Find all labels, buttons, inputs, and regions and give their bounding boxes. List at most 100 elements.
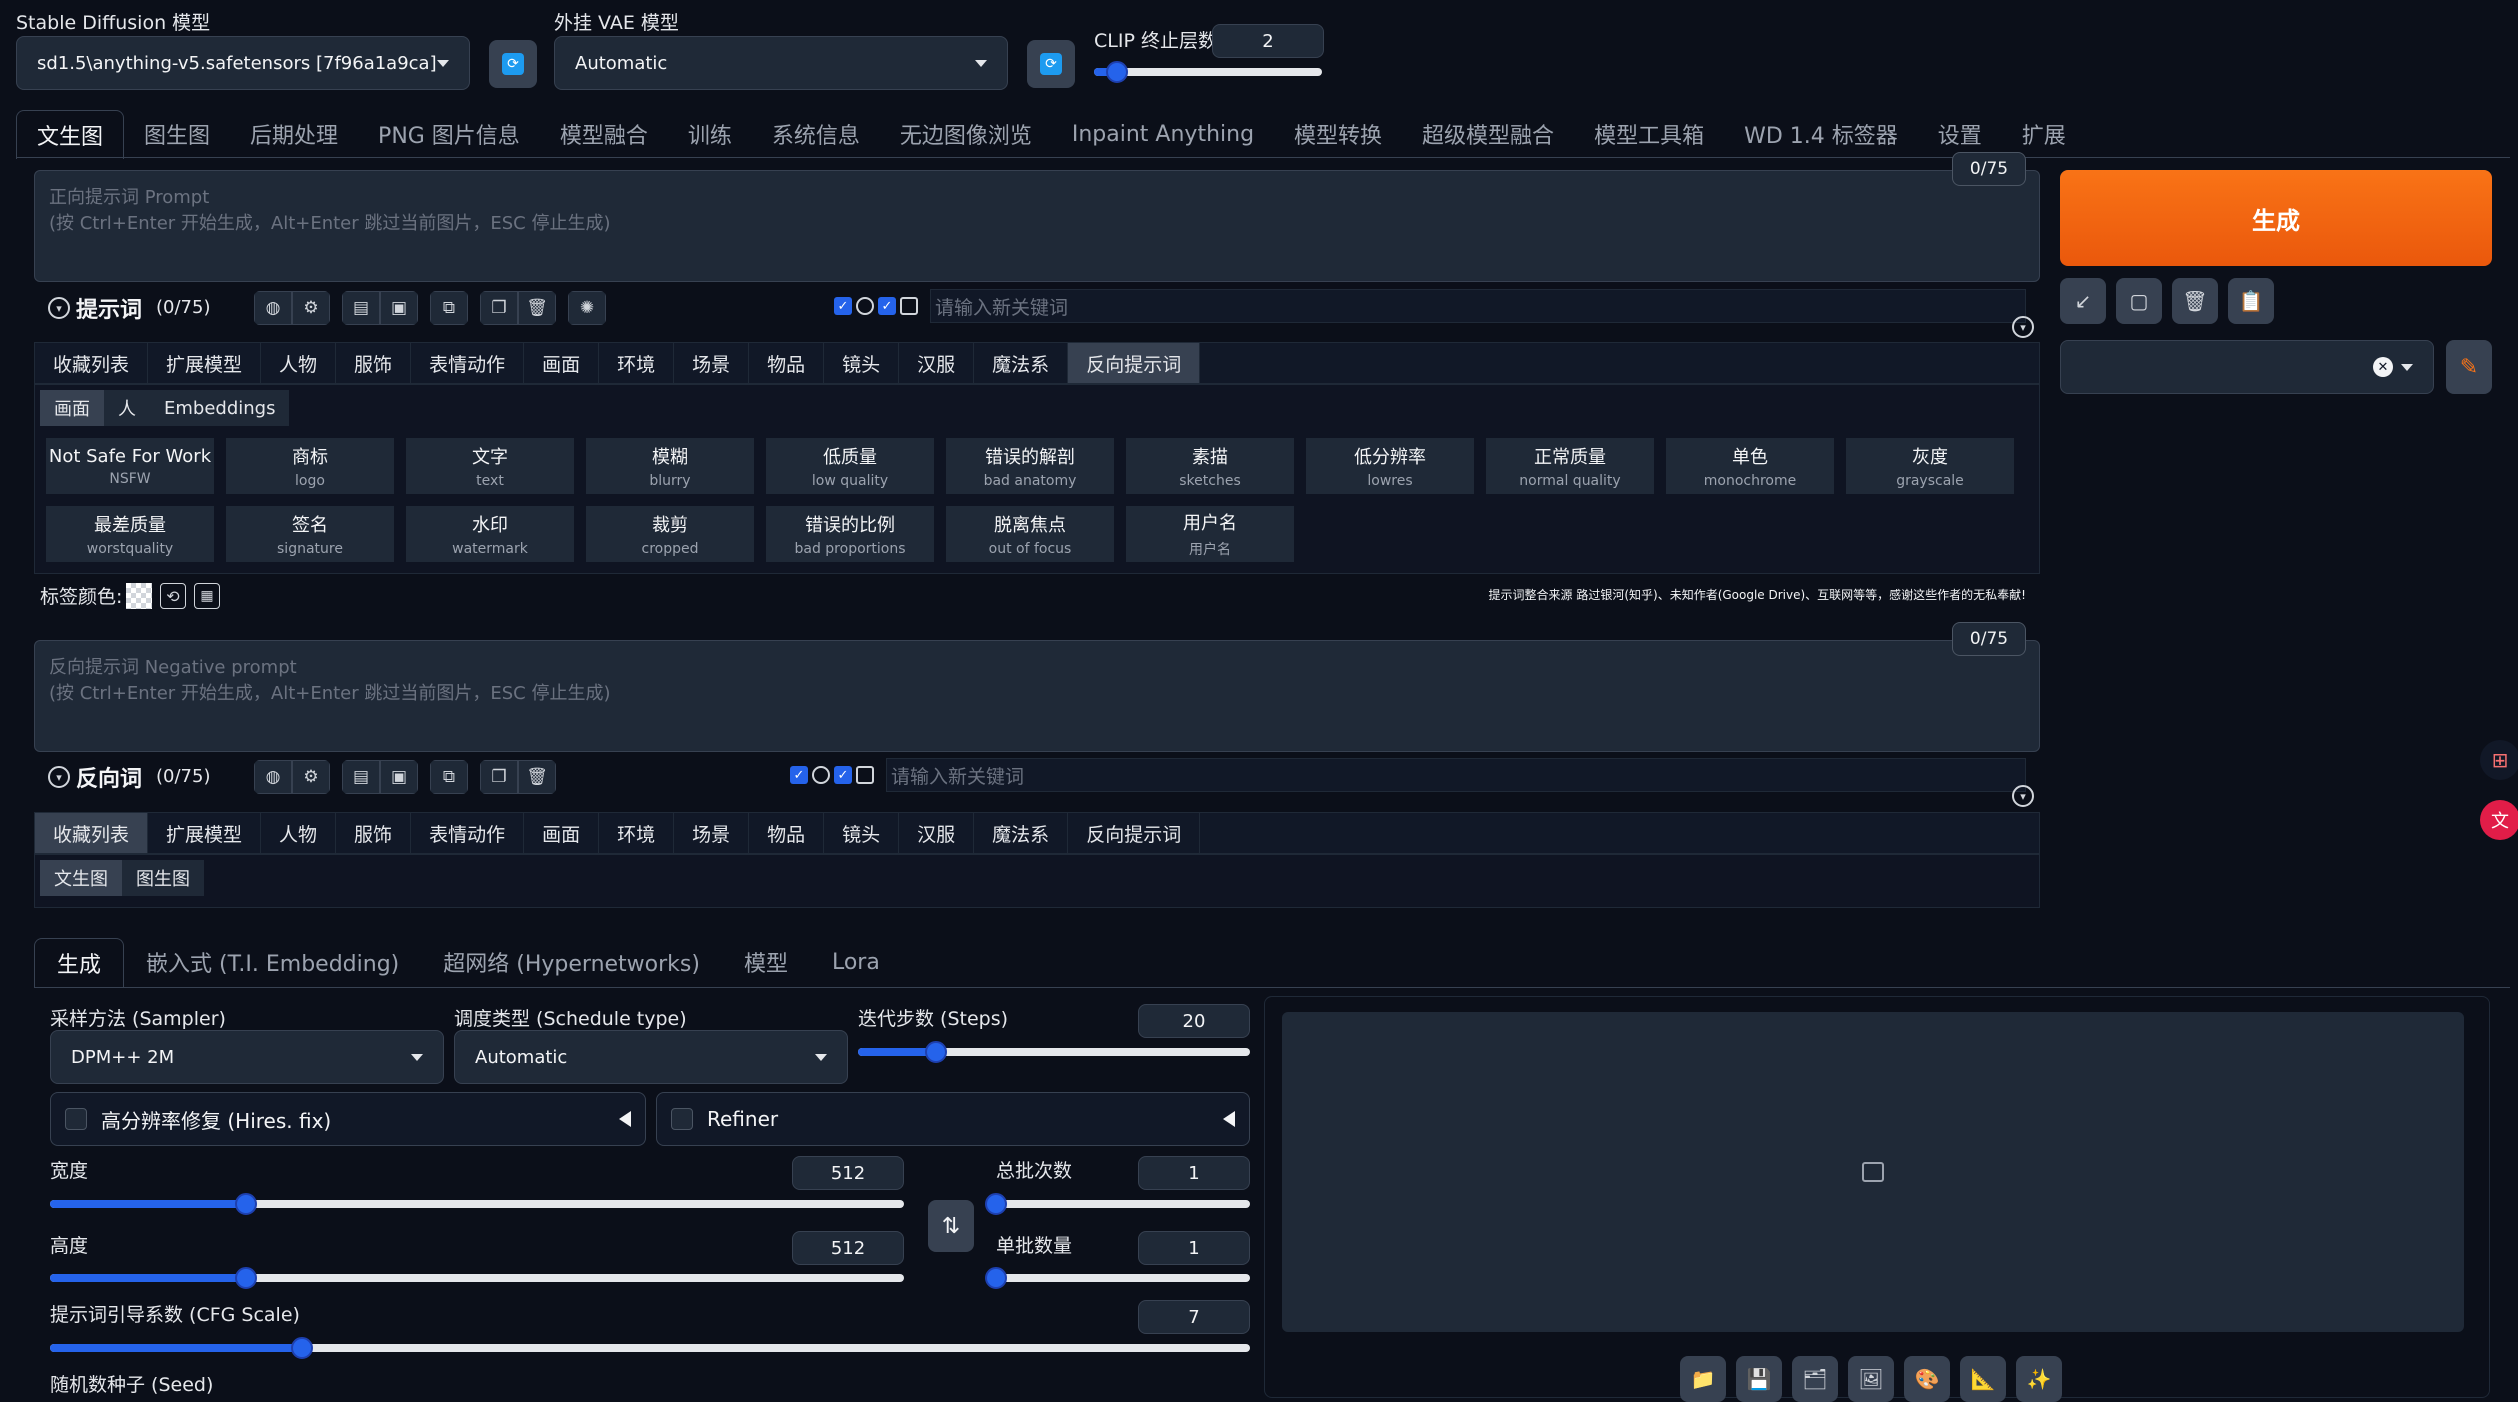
expand-icon[interactable]: ▾ xyxy=(2012,785,2034,807)
openai-icon[interactable]: ✺ xyxy=(568,291,606,325)
category-tab[interactable]: 汉服 xyxy=(899,343,975,383)
styles-select[interactable]: ✕ xyxy=(2060,340,2434,394)
category-tab[interactable]: 表情动作 xyxy=(411,343,525,383)
prompt-chip[interactable]: 灰度 grayscale xyxy=(1846,438,2014,494)
swap-dimensions-icon[interactable]: ⇅ xyxy=(928,1200,974,1252)
category-tab[interactable]: 收藏列表 xyxy=(35,343,149,383)
translate-icon[interactable]: ⧉ xyxy=(430,760,468,794)
height-number[interactable]: 512 xyxy=(792,1231,904,1265)
prompt-chip[interactable]: 正常质量 normal quality xyxy=(1486,438,1654,494)
main-tab[interactable]: Inpaint Anything xyxy=(1052,110,1274,158)
zip-icon[interactable]: 🗂 xyxy=(1792,1356,1838,1402)
negative-sub-tab[interactable]: 文生图 xyxy=(40,860,122,896)
main-tab[interactable]: 模型转换 xyxy=(1274,110,1402,158)
sub-tab[interactable]: Embeddings xyxy=(150,390,289,426)
generate-button[interactable]: 生成 xyxy=(2060,170,2492,266)
negative-category-tab[interactable]: 服饰 xyxy=(336,813,412,853)
ruler-icon[interactable]: 📐 xyxy=(1960,1356,2006,1402)
main-tab[interactable]: 模型融合 xyxy=(540,110,668,158)
category-tab[interactable]: 镜头 xyxy=(824,343,900,383)
color-swatch[interactable] xyxy=(126,583,152,609)
prompt-chip[interactable]: 错误的比例 bad proportions xyxy=(766,506,934,562)
sub-tab[interactable]: 画面 xyxy=(40,390,104,426)
steps-slider-thumb[interactable] xyxy=(925,1041,948,1063)
save-color-icon[interactable]: ▦ xyxy=(194,583,220,609)
schedule-select[interactable]: Automatic xyxy=(454,1030,848,1084)
palette-icon[interactable]: 🎨 xyxy=(1904,1356,1950,1402)
globe-icon[interactable]: ◍ xyxy=(254,291,292,325)
translate-float-icon[interactable]: 文 xyxy=(2480,800,2518,840)
category-tab[interactable]: 环境 xyxy=(599,343,675,383)
refiner-accordion[interactable]: Refiner xyxy=(656,1092,1250,1146)
category-tab[interactable]: 服饰 xyxy=(336,343,412,383)
arrow-icon[interactable]: ↙ xyxy=(2060,278,2106,324)
category-tab[interactable]: 场景 xyxy=(674,343,750,383)
sub-tab[interactable]: 人 xyxy=(104,390,150,426)
negative-category-tab[interactable]: 汉服 xyxy=(899,813,975,853)
vae-select[interactable]: Automatic xyxy=(554,36,1008,90)
sparkle-icon[interactable]: ✨ xyxy=(2016,1356,2062,1402)
bottom-tab[interactable]: Lora xyxy=(810,938,902,986)
checkbox-icon[interactable]: ✓ xyxy=(878,297,896,315)
category-tab[interactable]: 反向提示词 xyxy=(1068,343,1201,383)
prompt-chip[interactable]: 用户名 用户名 xyxy=(1126,506,1294,562)
bottom-tab[interactable]: 超网络 (Hypernetworks) xyxy=(421,938,722,986)
batch-count-number[interactable]: 1 xyxy=(1138,1156,1250,1190)
cfg-slider-thumb[interactable] xyxy=(290,1337,313,1359)
category-tab[interactable]: 物品 xyxy=(749,343,825,383)
main-tab[interactable]: 文生图 xyxy=(16,109,125,159)
width-slider-thumb[interactable] xyxy=(235,1193,258,1215)
prompt-chip[interactable]: 脱离焦点 out of focus xyxy=(946,506,1114,562)
trash-icon[interactable]: 🗑 xyxy=(518,291,556,325)
main-tab[interactable]: 图生图 xyxy=(124,110,230,158)
negative-category-tab[interactable]: 画面 xyxy=(524,813,600,853)
copy-icon[interactable]: ❐ xyxy=(480,760,518,794)
main-tab[interactable]: 训练 xyxy=(668,110,752,158)
negative-category-tab[interactable]: 物品 xyxy=(749,813,825,853)
negative-category-tab[interactable]: 反向提示词 xyxy=(1068,813,1201,853)
batch-size-slider[interactable] xyxy=(985,1267,1250,1289)
gear-icon[interactable]: ⚙ xyxy=(292,291,330,325)
clip-slider-thumb[interactable] xyxy=(1105,61,1128,83)
send-to-img2img-icon[interactable]: 🖼 xyxy=(1848,1356,1894,1402)
prompt-chip[interactable]: 商标 logo xyxy=(226,438,394,494)
cfg-number[interactable]: 7 xyxy=(1138,1300,1250,1334)
expand-icon[interactable]: ▾ xyxy=(2012,316,2034,338)
keyword-input[interactable]: 请输入新关键词 xyxy=(930,289,2026,323)
prompt-chip[interactable]: 错误的解剖 bad anatomy xyxy=(946,438,1114,494)
clip-slider[interactable] xyxy=(1094,61,1322,83)
prompt-chip[interactable]: 最差质量 worstquality xyxy=(46,506,214,562)
batch-count-thumb[interactable] xyxy=(985,1193,1007,1215)
history-icon[interactable]: ▤ xyxy=(342,760,380,794)
collapse-icon[interactable]: ▾ xyxy=(48,297,70,319)
negative-category-tab[interactable]: 魔法系 xyxy=(974,813,1069,853)
sd-refresh-button[interactable]: ⟳ xyxy=(489,40,537,88)
negative-category-tab[interactable]: 表情动作 xyxy=(411,813,525,853)
vae-refresh-button[interactable]: ⟳ xyxy=(1027,40,1075,88)
square-icon[interactable]: ▢ xyxy=(2116,278,2162,324)
height-slider-thumb[interactable] xyxy=(235,1267,258,1289)
main-tab[interactable]: 设置 xyxy=(1918,110,2002,158)
translate-icon[interactable]: ⧉ xyxy=(430,291,468,325)
prompt-chip[interactable]: 签名 signature xyxy=(226,506,394,562)
bottom-tab[interactable]: 嵌入式 (T.I. Embedding) xyxy=(124,938,421,986)
sampler-select[interactable]: DPM++ 2M xyxy=(50,1030,444,1084)
sd-model-select[interactable]: sd1.5\anything-v5.safetensors [7f96a1a9c… xyxy=(16,36,470,90)
bookmark-icon[interactable]: ▣ xyxy=(380,760,418,794)
main-tab[interactable]: WD 1.4 标签器 xyxy=(1724,110,1918,158)
batch-size-thumb[interactable] xyxy=(985,1267,1007,1289)
prompt-chip[interactable]: 单色 monochrome xyxy=(1666,438,1834,494)
refiner-checkbox[interactable] xyxy=(671,1108,693,1130)
main-tab[interactable]: PNG 图片信息 xyxy=(358,110,540,158)
clear-icon[interactable]: ✕ xyxy=(2373,357,2393,377)
globe-icon[interactable]: ◍ xyxy=(254,760,292,794)
negative-category-tab[interactable]: 环境 xyxy=(599,813,675,853)
negative-sub-tab[interactable]: 图生图 xyxy=(122,860,204,896)
cfg-slider[interactable] xyxy=(50,1337,1250,1359)
checkbox-icon[interactable]: ✓ xyxy=(790,766,808,784)
main-tab[interactable]: 模型工具箱 xyxy=(1574,110,1724,158)
gear-icon[interactable]: ⚙ xyxy=(292,760,330,794)
negative-category-tab[interactable]: 收藏列表 xyxy=(35,813,149,853)
negative-textarea[interactable]: 反向提示词 Negative prompt (按 Ctrl+Enter 开始生成… xyxy=(34,640,2040,752)
steps-number[interactable]: 20 xyxy=(1138,1004,1250,1038)
